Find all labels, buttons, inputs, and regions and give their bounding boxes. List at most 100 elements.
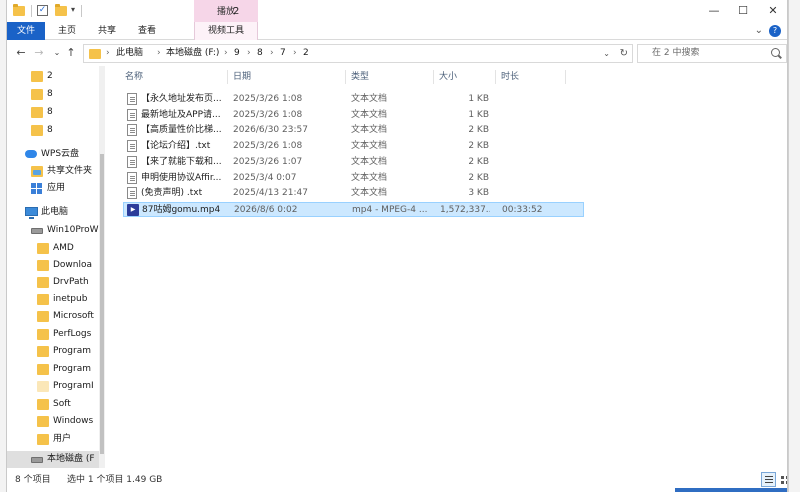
- file-row[interactable]: 最新地址及APP请... 2025/3/26 1:08 文本文档 1 KB: [123, 108, 584, 123]
- tab-file[interactable]: 文件: [7, 22, 45, 40]
- sidebar-item-wps-cloud[interactable]: WPS云盘: [7, 146, 105, 163]
- navigation-pane: 2 8 8 8 WPS云盘 共享文件夹 应用 此电脑 Win10ProW AMD…: [7, 66, 105, 468]
- video-file-icon: ▶: [127, 203, 139, 216]
- sidebar-item-folder-downloads[interactable]: Downloa: [7, 257, 105, 274]
- sidebar-item-drive-f[interactable]: 本地磁盘 (F: [7, 451, 105, 468]
- file-type: 文本文档: [351, 188, 388, 199]
- sidebar-item-apps[interactable]: 应用: [7, 180, 105, 197]
- maximize-button[interactable]: ☐: [729, 0, 757, 22]
- file-row[interactable]: (免责声明) .txt 2025/4/13 21:47 文本文档 3 KB: [123, 186, 584, 201]
- breadcrumb-folder-9[interactable]: 9: [234, 45, 240, 62]
- back-arrow-icon[interactable]: ←: [13, 44, 29, 62]
- forward-arrow-icon[interactable]: →: [31, 44, 47, 62]
- sidebar-item-drive-c[interactable]: Win10ProW: [7, 222, 105, 239]
- sidebar-item-folder-8[interactable]: 8: [7, 86, 105, 103]
- text-file-icon: [127, 155, 137, 168]
- breadcrumb-separator-icon[interactable]: ›: [157, 45, 161, 62]
- column-divider[interactable]: [565, 70, 566, 84]
- breadcrumb-folder-8[interactable]: 8: [257, 45, 263, 62]
- file-name: 87咕姆gomu.mp4: [142, 204, 221, 215]
- quick-access-divider: [31, 5, 32, 17]
- drive-icon: [31, 228, 43, 234]
- sidebar-item-label: 8: [47, 125, 53, 135]
- breadcrumb-folder-2[interactable]: 2: [303, 45, 309, 62]
- sidebar-item-shared-folder[interactable]: 共享文件夹: [7, 163, 105, 180]
- column-divider[interactable]: [495, 70, 496, 84]
- sidebar-item-folder-drvpath[interactable]: DrvPath: [7, 274, 105, 291]
- tab-video-tools[interactable]: 视频工具: [194, 22, 258, 40]
- large-icons-view-button[interactable]: [777, 472, 787, 487]
- file-name: 【论坛介绍】.txt: [141, 141, 211, 152]
- close-button[interactable]: ✕: [759, 0, 787, 22]
- folder-icon: [37, 260, 49, 271]
- sidebar-item-folder-soft[interactable]: Soft: [7, 396, 105, 413]
- sidebar-item-folder-inetpub[interactable]: inetpub: [7, 291, 105, 308]
- column-header-size[interactable]: 大小: [439, 66, 457, 88]
- properties-check-icon[interactable]: ✓: [37, 5, 48, 16]
- column-divider[interactable]: [433, 70, 434, 84]
- file-type: 文本文档: [351, 141, 388, 152]
- customize-quick-access-icon[interactable]: ▾: [71, 5, 75, 17]
- sidebar-item-folder-program-files[interactable]: Program: [7, 343, 105, 360]
- sidebar-item-folder-program-files-x86[interactable]: Program: [7, 361, 105, 378]
- file-date: 2025/3/4 0:07: [233, 172, 297, 183]
- text-file-icon: [127, 171, 137, 184]
- column-divider[interactable]: [345, 70, 346, 84]
- column-header-type[interactable]: 类型: [351, 66, 369, 88]
- file-explorer-window: ✓ ▾ 播放 2 — ☐ ✕ 文件 主页 共享 查看 视频工具 ⌄? ← → ⌄…: [6, 0, 788, 492]
- column-header-duration[interactable]: 时长: [501, 66, 519, 88]
- details-view-button[interactable]: [761, 472, 776, 487]
- breadcrumb-separator-icon[interactable]: ›: [224, 45, 228, 62]
- new-folder-icon[interactable]: [55, 4, 67, 16]
- sidebar-item-folder-programdata[interactable]: ProgramI: [7, 378, 105, 395]
- sidebar-scrollbar[interactable]: [99, 66, 105, 468]
- tab-share[interactable]: 共享: [89, 22, 125, 40]
- text-file-icon: [127, 93, 137, 105]
- column-header-date[interactable]: 日期: [233, 66, 251, 88]
- sidebar-scrollbar-thumb[interactable]: [100, 154, 104, 454]
- sidebar-item-folder-amd[interactable]: AMD: [7, 240, 105, 257]
- minimize-button[interactable]: —: [700, 0, 728, 22]
- address-dropdown-icon[interactable]: ⌄: [603, 45, 610, 62]
- breadcrumb-this-pc[interactable]: 此电脑: [116, 45, 143, 62]
- breadcrumb-folder-7[interactable]: 7: [280, 45, 286, 62]
- help-icon[interactable]: ?: [769, 25, 781, 37]
- sidebar-item-folder-2[interactable]: 2: [7, 68, 105, 85]
- file-row[interactable]: 【来了就能下载和... 2025/3/26 1:07 文本文档 2 KB: [123, 155, 584, 170]
- address-bar[interactable]: › 此电脑 › 本地磁盘 (F:) › 9 › 8 › 7 › 2 ⌄ ↻: [83, 44, 633, 63]
- breadcrumb-separator-icon[interactable]: ›: [270, 45, 274, 62]
- file-name: 申明使用协议Affir...: [141, 172, 222, 183]
- refresh-icon[interactable]: ↻: [620, 45, 628, 62]
- search-box[interactable]: 在 2 中搜索: [637, 44, 787, 63]
- sidebar-item-folder-microsoft[interactable]: Microsoft: [7, 308, 105, 325]
- sidebar-item-label: 应用: [47, 183, 66, 193]
- file-row[interactable]: ▶ 87咕姆gomu.mp4 2026/8/6 0:02 mp4 - MPEG-4 .…: [123, 201, 584, 217]
- file-date: 2025/3/26 1:08: [233, 94, 303, 104]
- sidebar-item-folder-8[interactable]: 8: [7, 122, 105, 139]
- sidebar-item-folder-perflogs[interactable]: PerfLogs: [7, 326, 105, 343]
- item-count: 8 个项目: [15, 475, 51, 485]
- file-row[interactable]: 【高质量性价比梯... 2026/6/30 23:57 文本文档 2 KB: [123, 123, 584, 138]
- text-file-icon: [127, 187, 137, 200]
- column-divider[interactable]: [227, 70, 228, 84]
- tab-home[interactable]: 主页: [49, 22, 85, 40]
- tab-view[interactable]: 查看: [129, 22, 165, 40]
- expand-ribbon-icon[interactable]: ⌄: [755, 25, 763, 36]
- search-input[interactable]: 在 2 中搜索: [652, 45, 699, 62]
- column-header-name[interactable]: 名称: [125, 66, 143, 88]
- breadcrumb-separator-icon[interactable]: ›: [247, 45, 251, 62]
- sidebar-item-label: 8: [47, 89, 53, 99]
- breadcrumb-drive-f[interactable]: 本地磁盘 (F:): [166, 45, 219, 62]
- file-row[interactable]: 申明使用协议Affir... 2025/3/4 0:07 文本文档 2 KB: [123, 171, 584, 186]
- sidebar-item-folder-users[interactable]: 用户: [7, 431, 105, 448]
- sidebar-item-folder-windows[interactable]: Windows: [7, 413, 105, 430]
- file-row[interactable]: 【永久地址发布页... 2025/3/26 1:08 文本文档 1 KB: [123, 92, 584, 107]
- sidebar-item-this-pc[interactable]: 此电脑: [7, 204, 105, 221]
- file-type: 文本文档: [351, 94, 388, 104]
- up-arrow-icon[interactable]: ↑: [63, 44, 79, 62]
- sidebar-item-folder-8[interactable]: 8: [7, 104, 105, 121]
- breadcrumb-separator-icon[interactable]: ›: [293, 45, 297, 62]
- file-row[interactable]: 【论坛介绍】.txt 2025/3/26 1:08 文本文档 2 KB: [123, 139, 584, 154]
- breadcrumb-separator-icon[interactable]: ›: [106, 45, 110, 62]
- shared-folder-icon: [31, 166, 43, 177]
